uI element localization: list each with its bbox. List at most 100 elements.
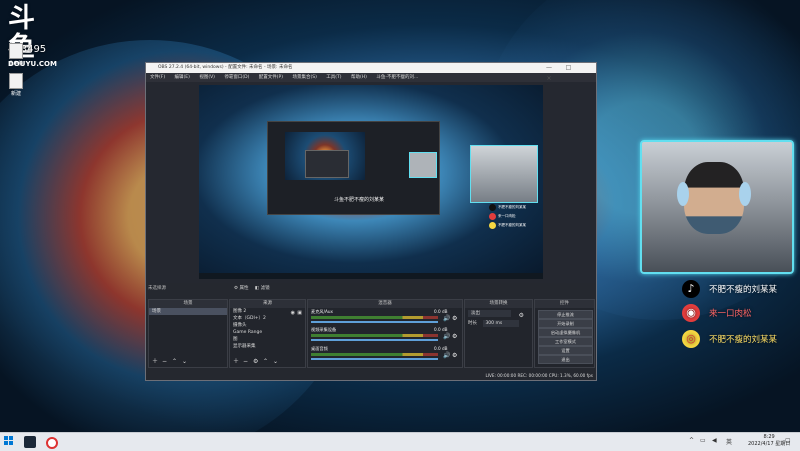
scene-item[interactable]: 场景 xyxy=(149,308,227,315)
eye-icon[interactable]: ◉ xyxy=(291,310,295,316)
move-up-icon[interactable]: ⌃ xyxy=(172,358,177,365)
obs-preview[interactable]: 斗鱼不肥不瘦的刘某某 不肥不瘦的刘某某 来一口肉松 不肥不瘦的刘某某 xyxy=(199,85,543,279)
volume-slider[interactable] xyxy=(311,321,438,323)
speaker-icon[interactable]: 🔊 xyxy=(443,315,450,322)
preview-social-row: 来一口肉松 xyxy=(489,212,526,221)
stop-streaming-button[interactable]: 停止推流 xyxy=(538,310,593,319)
notification-icon[interactable]: ▢ xyxy=(785,437,791,444)
move-down-icon[interactable]: ⌄ xyxy=(273,358,278,365)
clock-date: 2022/4/17 星期日 xyxy=(748,441,791,447)
source-item[interactable]: 显示器采集 xyxy=(230,343,305,350)
menu-item[interactable]: 工具(T) xyxy=(326,75,341,80)
menu-item[interactable]: 帮助(H) xyxy=(351,75,367,80)
studio-mode-button[interactable]: 工作室模式 xyxy=(538,337,593,346)
lock-icon[interactable]: ▣ xyxy=(297,310,302,316)
close-icon[interactable]: × xyxy=(540,74,558,84)
menu-item[interactable]: 停靠窗口(D) xyxy=(224,75,249,80)
input-method-label[interactable]: 英 xyxy=(726,437,732,446)
taskbar: ^ ▭ ◀ 英 8:29 2022/4/17 星期日 ▢ xyxy=(0,432,800,451)
menu-item[interactable]: 配置文件(P) xyxy=(259,75,283,80)
gear-icon[interactable]: ⚙ xyxy=(519,312,524,319)
speaker-icon[interactable]: 🔊 xyxy=(443,333,450,340)
controls-header: 控件 xyxy=(535,300,594,308)
window-controls: — □ × xyxy=(540,63,596,82)
source-item[interactable]: 文本（GDI+）2 xyxy=(230,315,305,322)
obs-window[interactable]: OBS 27.2.4 (64-bit, windows) - 配置文件: 未命名… xyxy=(145,62,597,381)
social-tiktok: ♪ 不肥不瘦的刘某某 xyxy=(682,280,798,300)
tab-filters[interactable]: 滤镜 xyxy=(261,286,270,291)
settings-button[interactable]: 设置 xyxy=(538,346,593,355)
transition-select[interactable]: 淡出 xyxy=(468,310,511,317)
source-item[interactable]: Game Range xyxy=(230,329,305,336)
menu-item[interactable]: 文件(F) xyxy=(150,75,165,80)
remove-source-icon[interactable]: − xyxy=(243,358,248,365)
add-scene-icon[interactable]: ＋ xyxy=(152,356,158,365)
tiktok-icon: ♪ xyxy=(682,280,700,298)
exit-button[interactable]: 退出 xyxy=(538,355,593,364)
filter-icon[interactable]: ◧ xyxy=(255,286,259,291)
minimize-icon[interactable]: — xyxy=(540,63,558,73)
move-down-icon[interactable]: ⌄ xyxy=(182,358,187,365)
source-item[interactable]: 图 xyxy=(230,336,305,343)
volume-slider[interactable] xyxy=(311,358,438,360)
remove-scene-icon[interactable]: − xyxy=(162,358,167,365)
volume-icon[interactable]: ◀ xyxy=(712,437,717,444)
obs-menubar: 文件(F) 编辑(E) 视图(V) 停靠窗口(D) 配置文件(P) 场景集合(S… xyxy=(146,73,596,82)
desktop-icon-new[interactable]: 新建 xyxy=(3,73,29,97)
preview-social-row: 不肥不瘦的刘某某 xyxy=(489,203,526,212)
start-recording-button[interactable]: 开始录制 xyxy=(538,319,593,328)
scenes-dock: 场景 场景 ＋ − ⌃ ⌄ xyxy=(148,299,228,368)
nested-obs-window xyxy=(305,150,349,178)
menu-item[interactable]: 编辑(E) xyxy=(175,75,190,80)
social-douyu: ◉ 来一口肉松 xyxy=(682,304,798,324)
obs-title: OBS 27.2.4 (64-bit, windows) - 配置文件: 未命名… xyxy=(158,65,293,70)
preview-social-row: 不肥不瘦的刘某某 xyxy=(489,221,526,230)
desktop-icon-label: 新建 xyxy=(10,91,21,97)
menu-item[interactable]: 场景集合(S) xyxy=(292,75,316,80)
add-source-icon[interactable]: ＋ xyxy=(233,356,239,365)
webcam-overlay xyxy=(640,140,794,276)
virtual-camera-button[interactable]: 启动虚拟摄像机 xyxy=(538,328,593,337)
volume-slider[interactable] xyxy=(311,339,438,341)
steam-icon[interactable] xyxy=(24,436,36,448)
source-settings-icon[interactable]: ⚙ xyxy=(253,358,258,365)
clock-time: 8:29 xyxy=(763,434,775,440)
windows-start-icon[interactable] xyxy=(4,436,14,446)
speaker-icon[interactable]: 🔊 xyxy=(443,352,450,359)
obs-taskbar-icon[interactable] xyxy=(46,437,58,449)
desktop-icon-label: 此电脑 xyxy=(8,61,24,67)
desktop-icon-computer[interactable]: 此电脑 xyxy=(3,43,29,67)
sources-dock: 来源 图像 2 文本（GDI+）2 摄像头 Game Range 图 显示器采集… xyxy=(229,299,306,368)
preview-webcam xyxy=(470,145,538,203)
mixer-channel-db: 0.0 dB xyxy=(434,327,448,332)
network-icon[interactable]: ▭ xyxy=(700,437,706,444)
menu-item[interactable]: 斗鱼-不肥不瘦的刘... xyxy=(376,75,418,80)
transitions-dock: 场景转换 淡出 时长 300 ms ⚙ xyxy=(464,299,533,368)
mixer-channel-name: 视频采集设备 xyxy=(311,327,337,332)
menu-item[interactable]: 视图(V) xyxy=(199,75,215,80)
move-up-icon[interactable]: ⌃ xyxy=(263,358,268,365)
gear-icon[interactable]: ⚙ xyxy=(452,333,457,340)
nested-webcam xyxy=(409,152,437,178)
audio-meter xyxy=(311,316,438,319)
tab-properties[interactable]: 属性 xyxy=(239,286,248,291)
gear-icon[interactable]: ⚙ xyxy=(234,286,238,291)
chevron-up-icon[interactable]: ^ xyxy=(689,437,694,444)
weibo-icon xyxy=(489,221,496,229)
gear-icon[interactable]: ⚙ xyxy=(452,315,457,322)
gear-icon[interactable]: ⚙ xyxy=(452,352,457,359)
audio-meter xyxy=(311,353,438,356)
source-item[interactable]: 摄像头 xyxy=(230,322,305,329)
webcam-frame xyxy=(640,140,794,274)
maximize-icon[interactable]: □ xyxy=(559,63,577,73)
headphone-left-icon xyxy=(677,182,689,206)
obs-titlebar[interactable]: OBS 27.2.4 (64-bit, windows) - 配置文件: 未命名… xyxy=(146,63,596,82)
obs-docks: 未选择源 ⚙ 属性 ◧ 滤镜 场景 场景 ＋ − ⌃ ⌄ 来源 图像 2 文本（… xyxy=(146,283,596,380)
file-icon xyxy=(9,73,23,89)
audio-mixer-dock: 混音器 麦克风/Aux 0.0 dB 🔊 ⚙ 视频采集设备 0.0 dB 🔊 ⚙… xyxy=(307,299,463,368)
duration-input[interactable]: 300 ms xyxy=(483,320,520,327)
douyu-fish-icon xyxy=(489,212,496,220)
tiktok-icon xyxy=(489,203,496,211)
system-clock[interactable]: 8:29 2022/4/17 星期日 xyxy=(748,434,790,448)
sources-header: 来源 xyxy=(230,300,305,308)
